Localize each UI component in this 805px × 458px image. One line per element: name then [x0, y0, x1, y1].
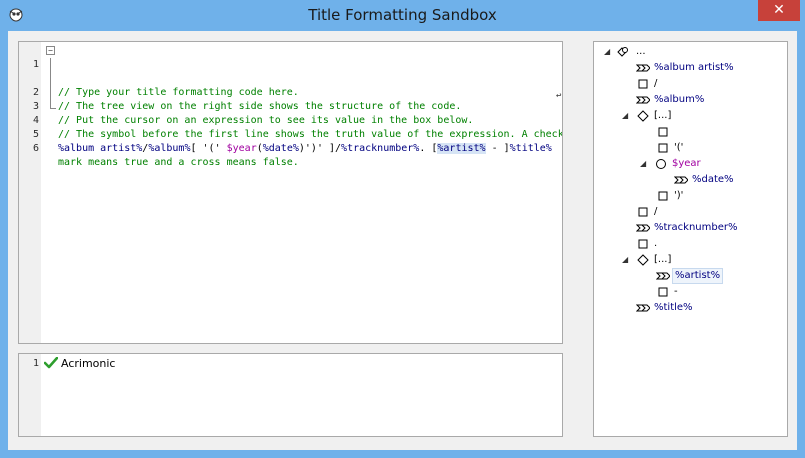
structure-tree[interactable]: ◢ ... %album artist% / %album% ◢ [...] '…: [593, 41, 788, 437]
code-line-wrapped: mark means true and a cross means false.: [19, 100, 562, 168]
tree-node-field[interactable]: %album%: [636, 92, 784, 108]
close-button[interactable]: ✕: [758, 0, 800, 21]
field-icon: [636, 64, 650, 72]
function-circle-icon: [656, 159, 666, 169]
function-token: $year: [226, 143, 257, 154]
expand-arrow-icon[interactable]: ◢: [640, 156, 650, 172]
tree-node-label: %tracknumber%: [654, 222, 738, 233]
field-token: %album%: [148, 143, 191, 154]
line-number: 6: [32, 143, 39, 154]
expand-arrow-icon[interactable]: ◢: [604, 44, 614, 60]
window-title: Title Formatting Sandbox: [308, 6, 497, 24]
field-icon: [636, 96, 650, 104]
tree-node-text[interactable]: .: [636, 236, 784, 252]
field-icon: [656, 272, 670, 280]
code-editor[interactable]: 1 − // Type your title formatting code h…: [18, 41, 563, 344]
tree-node-text[interactable]: /: [636, 204, 784, 220]
field-token-highlighted: %artist%: [437, 143, 486, 154]
conditional-diamond-icon: [637, 254, 649, 266]
code-line: 5 %album artist%/%album%[ '(' $year(%dat…: [19, 114, 562, 154]
line-number: 1: [32, 358, 39, 369]
tree-node-text[interactable]: '(': [656, 140, 784, 156]
tree-node-label: %album%: [654, 94, 705, 105]
tree-node-field[interactable]: %date%: [674, 172, 784, 188]
field-icon: [674, 176, 688, 184]
close-icon: ✕: [773, 2, 785, 18]
field-token: %tracknumber%: [341, 143, 420, 154]
tree-node-root[interactable]: ◢ ...: [604, 44, 784, 60]
tree-node-field[interactable]: %title%: [636, 300, 784, 316]
output-line: 1 Acrimonic: [19, 356, 562, 372]
tree-node-text[interactable]: -: [656, 284, 784, 300]
conditional-diamond-icon: [637, 110, 649, 122]
tree-node-label: [...]: [654, 110, 672, 121]
output-value: Acrimonic: [61, 357, 116, 370]
text-square-icon: [658, 191, 668, 201]
title-bar[interactable]: Title Formatting Sandbox ✕: [0, 0, 805, 30]
tree-node-label: -: [674, 286, 678, 297]
text-square-icon: [638, 79, 648, 89]
tree-node-label: %title%: [654, 302, 693, 313]
output-box[interactable]: 1 Acrimonic: [18, 353, 563, 437]
comment-text: mark means true and a cross means false.: [58, 157, 299, 168]
field-icon: [636, 224, 650, 232]
code-line: 6: [19, 128, 562, 154]
text-token: - ]: [485, 143, 510, 154]
tree-node-label: %date%: [692, 174, 734, 185]
tree-node-label: /: [654, 206, 658, 217]
tree-node-label: [...]: [654, 254, 672, 265]
field-token: %title%: [509, 143, 552, 154]
tree-node-text[interactable]: /: [636, 76, 784, 92]
tree-node-text[interactable]: [656, 124, 784, 140]
code-line: 4 // The symbol before the first line sh…: [19, 86, 562, 140]
text-token: ')' ]: [304, 143, 336, 154]
tree-node-label: ...: [636, 46, 646, 57]
text-token: [ '(': [190, 143, 227, 154]
app-window: Title Formatting Sandbox ✕ 1 − // Type y…: [0, 0, 805, 458]
code-line: 1 − // Type your title formatting code h…: [19, 44, 562, 98]
text-square-icon: [658, 127, 668, 137]
tree-node-label: %artist%: [672, 268, 724, 284]
code-line: 3 // Put the cursor on an expression to …: [19, 72, 562, 126]
text-token: . [: [419, 143, 438, 154]
tree-node-field-selected[interactable]: %artist%: [654, 268, 784, 284]
expand-arrow-icon[interactable]: ◢: [622, 252, 632, 268]
tree-node-label: /: [654, 78, 658, 89]
text-square-icon: [638, 207, 648, 217]
tree-node-conditional[interactable]: ◢ [...]: [622, 108, 784, 124]
check-icon: [44, 357, 58, 369]
code-line: 2 // The tree view on the right side sho…: [19, 58, 562, 112]
tree-node-conditional[interactable]: ◢ [...]: [622, 252, 784, 268]
root-expression-icon: [617, 47, 628, 57]
text-square-icon: [658, 287, 668, 297]
tree-node-field[interactable]: %tracknumber%: [636, 220, 784, 236]
tree-node-text[interactable]: ')': [656, 188, 784, 204]
tree-node-label: %album artist%: [654, 62, 734, 73]
fold-toggle-icon[interactable]: −: [46, 46, 55, 55]
expand-arrow-icon[interactable]: ◢: [622, 108, 632, 124]
text-square-icon: [638, 239, 648, 249]
text-square-icon: [658, 143, 668, 153]
tree-node-label: .: [654, 238, 658, 249]
field-icon: [636, 304, 650, 312]
tree-node-label: ')': [674, 190, 684, 201]
format-expression[interactable]: %album artist%/%album%[ '(' $year(%date%…: [58, 142, 552, 156]
tree-node-label: '(': [674, 142, 684, 153]
client-area: 1 − // Type your title formatting code h…: [8, 31, 797, 450]
tree-node-function[interactable]: ◢ $year: [640, 156, 784, 172]
tree-node-label: $year: [672, 158, 701, 169]
field-token: %date%: [262, 143, 299, 154]
tree-node-field[interactable]: %album artist%: [636, 60, 784, 76]
